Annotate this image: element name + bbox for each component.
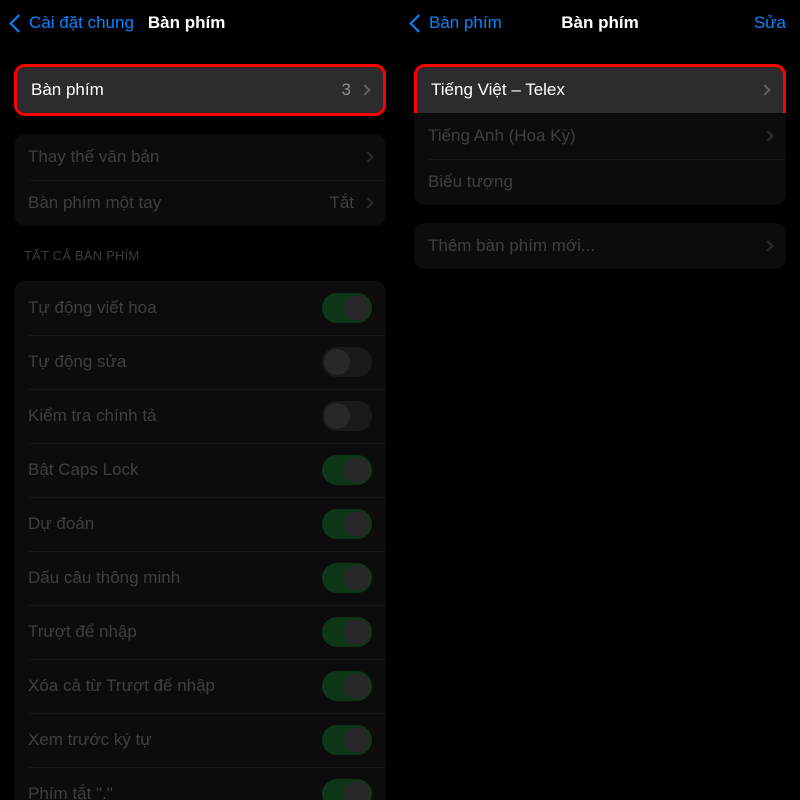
keyboards-row[interactable]: Bàn phím 3 (17, 67, 383, 113)
toggle-row: Trượt để nhập (14, 605, 386, 659)
one-handed-keyboard-row[interactable]: Bàn phím một tay Tắt (14, 180, 386, 226)
toggle-label: Bật Caps Lock (28, 460, 322, 480)
nav-title: Bàn phím (148, 13, 225, 33)
toggle-knob (344, 457, 370, 483)
chevron-right-icon (362, 151, 373, 162)
chevron-right-icon (362, 197, 373, 208)
toggle-switch[interactable] (322, 725, 372, 755)
text-replacement-row[interactable]: Thay thế văn bản (14, 134, 386, 180)
toggle-row: Tự động viết hoa (14, 281, 386, 335)
toggle-switch[interactable] (322, 347, 372, 377)
toggle-label: Kiểm tra chính tả (28, 406, 322, 426)
edit-button[interactable]: Sửa (754, 13, 786, 33)
chevron-right-icon (762, 240, 773, 251)
settings-keyboard-pane: Cài đặt chung Bàn phím Bàn phím 3 Thay t… (0, 0, 400, 800)
chevron-right-icon (359, 84, 370, 95)
toggle-label: Tự động sửa (28, 352, 322, 372)
toggle-switch[interactable] (322, 455, 372, 485)
text-replacement-group: Thay thế văn bản Bàn phím một tay Tắt (14, 134, 386, 226)
keyboard-english-us[interactable]: Tiếng Anh (Hoa Kỳ) (414, 113, 786, 159)
toggle-row: Bật Caps Lock (14, 443, 386, 497)
toggle-knob (344, 673, 370, 699)
toggle-row: Phím tắt "." (14, 767, 386, 800)
toggle-label: Xóa cả từ Trượt để nhập (28, 676, 322, 696)
keyboard-row-label: Tiếng Việt – Telex (431, 80, 761, 100)
chevron-right-icon (762, 130, 773, 141)
toggle-label: Dự đoán (28, 514, 322, 534)
toggle-knob (344, 781, 370, 800)
chevron-left-icon (9, 14, 27, 32)
selected-keyboard-group: Tiếng Việt – Telex (414, 64, 786, 113)
navbar-left: Cài đặt chung Bàn phím (0, 0, 400, 46)
toggle-switch[interactable] (322, 779, 372, 800)
navbar-right: Bàn phím Bàn phím Sửa (400, 0, 800, 46)
toggle-label: Xem trước ký tự (28, 730, 322, 750)
back-label: Bàn phím (429, 13, 502, 33)
toggle-row: Dự đoán (14, 497, 386, 551)
toggle-switch[interactable] (322, 671, 372, 701)
toggle-switch[interactable] (322, 509, 372, 539)
toggle-label: Tự động viết hoa (28, 298, 322, 318)
toggle-row: Tự động sửa (14, 335, 386, 389)
text-replacement-label: Thay thế văn bản (28, 147, 364, 167)
toggle-row: Xem trước ký tự (14, 713, 386, 767)
toggle-knob (324, 349, 350, 375)
keyboard-emoji[interactable]: Biểu tượng (414, 159, 786, 205)
back-button[interactable]: Bàn phím (412, 13, 502, 33)
toggle-label: Trượt để nhập (28, 622, 322, 642)
toggle-knob (344, 727, 370, 753)
toggle-knob (344, 295, 370, 321)
add-new-keyboard-row[interactable]: Thêm bàn phím mới... (414, 223, 786, 269)
keyboards-row-value: 3 (342, 80, 351, 100)
toggle-row: Dấu câu thông minh (14, 551, 386, 605)
chevron-right-icon (759, 84, 770, 95)
keyboards-count-group: Bàn phím 3 (14, 64, 386, 116)
chevron-left-icon (409, 14, 427, 32)
other-keyboards-group: Tiếng Anh (Hoa Kỳ) Biểu tượng (414, 113, 786, 205)
back-button[interactable]: Cài đặt chung (12, 13, 134, 33)
keyboard-row-label: Tiếng Anh (Hoa Kỳ) (428, 126, 764, 146)
toggle-switch[interactable] (322, 563, 372, 593)
back-label: Cài đặt chung (29, 13, 134, 33)
keyboard-vietnamese-telex[interactable]: Tiếng Việt – Telex (417, 67, 783, 113)
toggle-label: Dấu câu thông minh (28, 568, 322, 588)
keyboards-row-label: Bàn phím (31, 80, 342, 100)
one-handed-value: Tắt (329, 193, 354, 213)
toggle-label: Phím tắt "." (28, 784, 322, 800)
toggle-knob (344, 565, 370, 591)
keyboards-list-pane: Bàn phím Bàn phím Sửa Tiếng Việt – Telex… (400, 0, 800, 800)
add-new-keyboard-label: Thêm bàn phím mới... (428, 236, 764, 256)
toggle-knob (344, 619, 370, 645)
all-keyboards-header: Tất cả bàn phím (24, 248, 376, 263)
toggle-switch[interactable] (322, 293, 372, 323)
add-keyboard-group: Thêm bàn phím mới... (414, 223, 786, 269)
one-handed-label: Bàn phím một tay (28, 193, 329, 213)
toggle-knob (344, 511, 370, 537)
toggle-knob (324, 403, 350, 429)
toggle-switch[interactable] (322, 401, 372, 431)
toggle-row: Xóa cả từ Trượt để nhập (14, 659, 386, 713)
toggle-row: Kiểm tra chính tả (14, 389, 386, 443)
all-keyboards-toggles-group: Tự động viết hoa Tự động sửa Kiểm tra chín… (14, 281, 386, 800)
keyboard-row-label: Biểu tượng (428, 172, 772, 192)
toggle-switch[interactable] (322, 617, 372, 647)
